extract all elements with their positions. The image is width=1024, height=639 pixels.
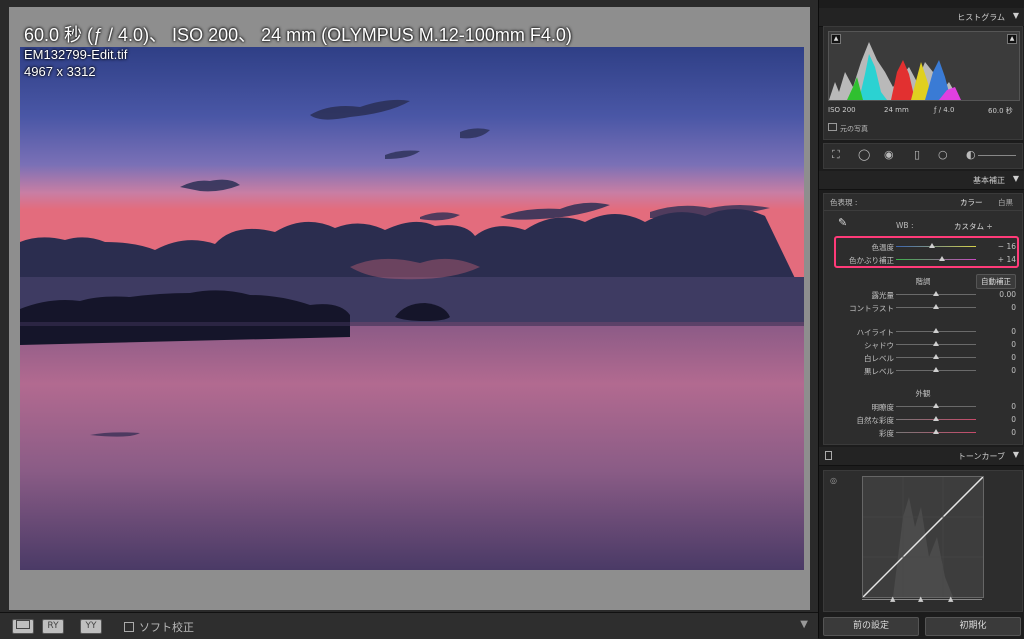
original-photo-toggle[interactable]: 元の写真 (828, 123, 868, 134)
blacks-slider-track[interactable] (896, 367, 976, 372)
photo-info-overlay: 60.0 秒 (ƒ / 4.0)、 ISO 200、 24 mm (OLYMPU… (24, 24, 572, 80)
shadows-slider-track[interactable] (896, 341, 976, 346)
blacks-label: 黒レベル (864, 367, 894, 376)
contrast-label: コントラスト (849, 304, 894, 313)
saturation-value[interactable]: 0 (1011, 428, 1016, 437)
shadows-label: シャドウ (864, 341, 894, 350)
photo[interactable] (20, 47, 804, 570)
highlight-clipping-icon[interactable]: ▲ (1007, 34, 1017, 44)
blacks-slider-knob[interactable] (933, 367, 939, 372)
treatment-label: 色表現 : (830, 198, 858, 207)
vibrance-label: 自然な彩度 (856, 416, 895, 425)
contrast-slider-knob[interactable] (933, 304, 939, 309)
histogram-focal: 24 mm (884, 106, 909, 114)
whites-value[interactable]: 0 (1011, 353, 1016, 362)
loupe-view-button[interactable] (12, 619, 34, 634)
collapse-triangle-icon: ▼ (1012, 450, 1019, 459)
loupe-icon (16, 620, 30, 629)
soft-proof-toggle[interactable]: ソフト校正 (124, 619, 194, 635)
histogram-shutter: 60.0 秒 (988, 107, 1013, 115)
radial-filter-icon[interactable]: ○ (938, 149, 948, 161)
brush-slider[interactable] (978, 155, 1016, 156)
tone-curve-header[interactable]: トーンカーブ ▼ (819, 447, 1024, 466)
treatment-color-option[interactable]: カラー (960, 197, 983, 208)
original-photo-checkbox[interactable] (828, 123, 837, 131)
original-photo-label: 元の写真 (840, 125, 868, 133)
bottom-toolbar: RY YY ソフト校正 ▼ (0, 612, 818, 639)
treatment-bw-option[interactable]: 白黒 (998, 197, 1013, 208)
tone-curve-title: トーンカーブ (957, 452, 1005, 461)
collapse-triangle-icon: ▼ (1012, 174, 1019, 183)
image-dimensions: 4967 x 3312 (24, 64, 96, 79)
exposure-info: 60.0 秒 (ƒ / 4.0)、 ISO 200、 24 mm (OLYMPU… (24, 25, 572, 45)
saturation-label: 彩度 (879, 429, 894, 438)
split-handle-shadows[interactable]: ▲ (890, 595, 895, 603)
toolbar-menu-arrow-icon[interactable]: ▼ (800, 619, 808, 630)
exposure-slider-knob[interactable] (933, 291, 939, 296)
histogram-aperture: ƒ / 4.0 (934, 106, 955, 114)
exposure-slider-track[interactable] (896, 291, 976, 296)
before-after-yy-button[interactable]: YY (80, 619, 102, 634)
histogram-iso: ISO 200 (828, 106, 856, 114)
tone-curve-panel: ◎ ▲ ▲ ▲ (823, 470, 1023, 612)
highlights-slider-track[interactable] (896, 328, 976, 333)
whites-label: 白レベル (864, 354, 894, 363)
histogram-header[interactable]: ヒストグラム ▼ (819, 8, 1024, 27)
spot-removal-icon[interactable]: ◯ (858, 149, 870, 161)
shadows-value[interactable]: 0 (1011, 340, 1016, 349)
histogram-graph: ▲ ▲ (828, 31, 1020, 101)
presence-label: 外観 (915, 389, 931, 398)
vibrance-slider-knob[interactable] (933, 416, 939, 421)
basic-header[interactable]: 基本補正 ▼ (819, 171, 1024, 190)
graduated-filter-icon[interactable]: ▯ (914, 149, 920, 161)
clarity-slider-knob[interactable] (933, 403, 939, 408)
contrast-value[interactable]: 0 (1011, 303, 1016, 312)
histogram-title: ヒストグラム (957, 13, 1005, 22)
clarity-slider-track[interactable] (896, 403, 976, 408)
whites-slider-track[interactable] (896, 354, 976, 359)
tone-curve-plot[interactable] (862, 476, 984, 598)
basic-panel: 色表現 : カラー 白黒 ✎ WB : カスタム ÷ 色温度 − 16 色かぶり… (823, 193, 1023, 445)
tone-curve-toggle-icon[interactable] (825, 451, 832, 460)
main-view: 60.0 秒 (ƒ / 4.0)、 ISO 200、 24 mm (OLYMPU… (0, 0, 818, 612)
tool-strip: ⛶ ◯ ◉ ▯ ○ ◐ (823, 143, 1023, 169)
clarity-label: 明瞭度 (871, 403, 895, 412)
split-handle-midtones[interactable]: ▲ (918, 595, 923, 603)
previous-settings-button[interactable]: 前の設定 (823, 617, 919, 636)
highlights-value[interactable]: 0 (1011, 327, 1016, 336)
split-handle-highlights[interactable]: ▲ (948, 595, 953, 603)
filename: EM132799-Edit.tif (24, 47, 128, 62)
adjustment-brush-icon[interactable]: ◐ (966, 149, 976, 161)
contrast-slider-track[interactable] (896, 304, 976, 309)
shadow-clipping-icon[interactable]: ▲ (831, 34, 841, 44)
whites-slider-knob[interactable] (933, 354, 939, 359)
highlight-box (834, 236, 1019, 268)
wb-preset-dropdown[interactable]: カスタム ÷ (954, 221, 993, 232)
blacks-value[interactable]: 0 (1011, 366, 1016, 375)
crop-icon[interactable]: ⛶ (832, 149, 840, 161)
collapse-triangle-icon: ▼ (1012, 11, 1019, 20)
highlights-label: ハイライト (856, 328, 894, 337)
saturation-slider-track[interactable] (896, 429, 976, 434)
reset-button[interactable]: 初期化 (925, 617, 1021, 636)
soft-proof-label: ソフト校正 (139, 621, 194, 634)
soft-proof-checkbox[interactable] (124, 622, 134, 632)
target-adjust-icon[interactable]: ◎ (830, 476, 837, 485)
red-eye-icon[interactable]: ◉ (884, 149, 894, 161)
shadows-slider-knob[interactable] (933, 341, 939, 346)
develop-right-panel: ヒストグラム ▼ ▲ ▲ ISO 200 24 mm ƒ / 4.0 60.0 … (818, 0, 1024, 638)
before-after-ry-button[interactable]: RY (42, 619, 64, 634)
clarity-value[interactable]: 0 (1011, 402, 1016, 411)
vibrance-slider-track[interactable] (896, 416, 976, 421)
exposure-value[interactable]: 0.00 (999, 290, 1016, 299)
wb-label: WB : (896, 221, 914, 230)
exposure-label: 露光量 (871, 291, 895, 300)
basic-title: 基本補正 (973, 176, 1005, 185)
vibrance-value[interactable]: 0 (1011, 415, 1016, 424)
highlights-slider-knob[interactable] (933, 328, 939, 333)
wb-eyedropper-icon[interactable]: ✎ (838, 216, 847, 229)
auto-tone-button[interactable]: 自動補正 (976, 274, 1016, 289)
histogram-panel: ▲ ▲ ISO 200 24 mm ƒ / 4.0 60.0 秒 元の写真 (823, 26, 1023, 140)
saturation-slider-knob[interactable] (933, 429, 939, 434)
